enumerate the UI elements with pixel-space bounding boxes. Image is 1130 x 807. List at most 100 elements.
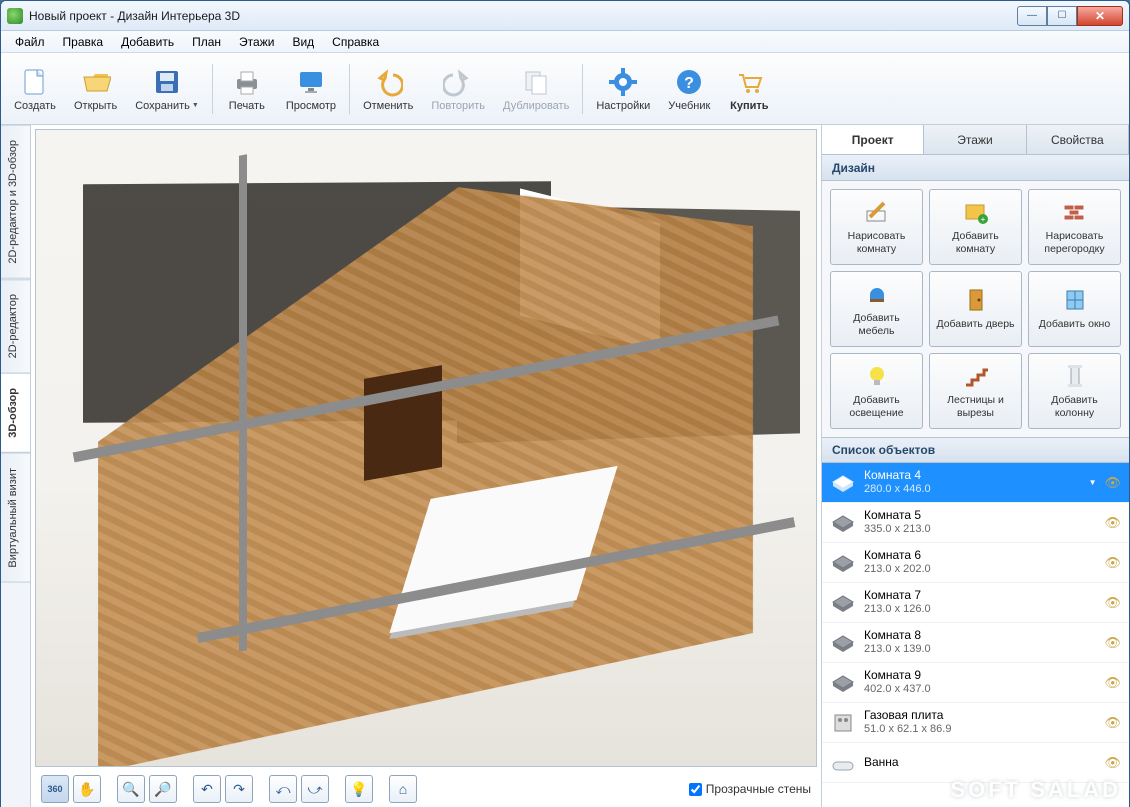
menu-add[interactable]: Добавить [113,33,182,51]
tab-virtual-visit[interactable]: Виртуальный визит [1,453,30,583]
objects-list[interactable]: Комната 4280.0 x 446.0▼👁Комната 5335.0 x… [822,463,1129,807]
separator [212,64,213,114]
object-cube-icon [830,552,856,574]
cart-icon [733,66,765,98]
buy-button[interactable]: Купить [719,57,779,121]
draw-partition-button[interactable]: Нарисовать перегородку [1028,189,1121,265]
save-dropdown-icon[interactable]: ▼ [192,102,199,109]
tutorial-button[interactable]: ?Учебник [659,57,719,121]
hand-icon: ✋ [78,781,95,798]
main-area: 2D-редактор и 3D-обзор 2D-редактор 3D-об… [1,125,1129,807]
rotate-cw-button[interactable]: ↷ [225,775,253,803]
viewport-column: 360 ✋ 🔍 🔎 ↶ ↷ ⤺ ⤻ 💡 ⌂ Прозрачные стены [31,125,821,807]
gear-icon [607,66,639,98]
add-furniture-button[interactable]: Добавить мебель [830,271,923,347]
settings-label: Настройки [596,100,650,112]
object-row[interactable]: Ванна 👁 [822,743,1129,783]
object-row[interactable]: Газовая плита51.0 x 62.1 x 86.9 👁 [822,703,1129,743]
object-text: Комната 4280.0 x 446.0 [864,468,1081,497]
preview-button[interactable]: Просмотр [277,57,345,121]
object-row[interactable]: Комната 8213.0 x 139.0 👁 [822,623,1129,663]
home-view-button[interactable]: ⌂ [389,775,417,803]
new-button[interactable]: Создать [5,57,65,121]
add-window-button[interactable]: Добавить окно [1028,271,1121,347]
object-row[interactable]: Комната 9402.0 x 437.0👁 [822,663,1129,703]
save-icon [151,66,183,98]
menu-help[interactable]: Справка [324,33,387,51]
object-row[interactable]: Комната 5335.0 x 213.0👁 [822,503,1129,543]
object-row[interactable]: Комната 6213.0 x 202.0👁 [822,543,1129,583]
visibility-icon[interactable]: 👁 [1104,515,1121,531]
transparent-walls-input[interactable] [689,783,702,796]
zoom-out-button[interactable]: 🔍 [117,775,145,803]
zoom-in-button[interactable]: 🔎 [149,775,177,803]
object-cube-icon [830,712,856,734]
tilt-right-button[interactable]: ⤻ [301,775,329,803]
duplicate-label: Дублировать [503,100,569,112]
tab-properties[interactable]: Свойства [1027,125,1129,154]
object-text: Газовая плита51.0 x 62.1 x 86.9 [864,708,1096,737]
titlebar[interactable]: Новый проект - Дизайн Интерьера 3D — ☐ ✕ [1,1,1129,31]
home-icon: ⌂ [399,781,407,797]
tab-2d-3d-combo[interactable]: 2D-редактор и 3D-обзор [1,125,30,279]
duplicate-button[interactable]: Дублировать [494,57,578,121]
settings-button[interactable]: Настройки [587,57,659,121]
rotate-ccw-button[interactable]: ↶ [193,775,221,803]
rotate-cw-icon: ↷ [233,781,245,798]
undo-label: Отменить [363,100,413,112]
object-cube-icon [830,472,856,494]
menu-view[interactable]: Вид [284,33,322,51]
add-room-button[interactable]: +Добавить комнату [929,189,1022,265]
add-room-icon: + [962,198,990,226]
open-button[interactable]: Открыть [65,57,126,121]
object-cube-icon [830,512,856,534]
minimize-button[interactable]: — [1017,6,1047,26]
visibility-icon[interactable]: 👁 [1104,715,1121,731]
maximize-button[interactable]: ☐ [1047,6,1077,26]
save-label: Сохранить [135,100,190,112]
lighting-button[interactable]: 💡 [345,775,373,803]
orbit-360-button[interactable]: 360 [41,775,69,803]
tab-project[interactable]: Проект [822,125,924,154]
visibility-icon[interactable]: 👁 [1104,595,1121,611]
menu-floors[interactable]: Этажи [231,33,282,51]
monitor-icon [295,66,327,98]
visibility-icon[interactable]: 👁 [1104,555,1121,571]
close-button[interactable]: ✕ [1077,6,1123,26]
separator [582,64,583,114]
view-toolbar: 360 ✋ 🔍 🔎 ↶ ↷ ⤺ ⤻ 💡 ⌂ Прозрачные стены [31,771,821,807]
menu-plan[interactable]: План [184,33,229,51]
new-file-icon [19,66,51,98]
tilt-left-button[interactable]: ⤺ [269,775,297,803]
redo-button[interactable]: Повторить [422,57,494,121]
tab-3d-view[interactable]: 3D-обзор [1,373,30,453]
transparent-walls-checkbox[interactable]: Прозрачные стены [689,782,811,796]
menu-edit[interactable]: Правка [55,33,112,51]
tab-floors[interactable]: Этажи [924,125,1026,154]
pan-button[interactable]: ✋ [73,775,101,803]
object-row[interactable]: Комната 4280.0 x 446.0 ▼ 👁 [822,463,1129,503]
visibility-icon[interactable]: 👁 [1104,675,1121,691]
print-button[interactable]: Печать [217,57,277,121]
object-row[interactable]: Комната 7213.0 x 126.0👁 [822,583,1129,623]
add-column-button[interactable]: Добавить колонну [1028,353,1121,429]
visibility-icon[interactable]: 👁 [1104,635,1121,651]
visibility-icon[interactable]: 👁 [1104,755,1121,771]
3d-viewport[interactable] [35,129,817,767]
menu-file[interactable]: Файл [7,33,53,51]
object-text: Комната 8213.0 x 139.0 [864,628,1096,657]
draw-room-button[interactable]: Нарисовать комнату [830,189,923,265]
add-door-button[interactable]: Добавить дверь [929,271,1022,347]
zoom-out-icon: 🔍 [122,781,139,798]
stairs-button[interactable]: Лестницы и вырезы [929,353,1022,429]
object-cube-icon [830,752,856,774]
undo-button[interactable]: Отменить [354,57,422,121]
svg-text:?: ? [684,75,694,92]
object-text: Ванна [864,755,1096,770]
new-label: Создать [14,100,56,112]
save-button[interactable]: Сохранить▼ [126,57,208,121]
tab-2d-editor[interactable]: 2D-редактор [1,279,30,373]
add-light-button[interactable]: Добавить освещение [830,353,923,429]
visibility-icon[interactable]: 👁 [1104,475,1121,491]
chevron-down-icon[interactable]: ▼ [1089,478,1097,487]
